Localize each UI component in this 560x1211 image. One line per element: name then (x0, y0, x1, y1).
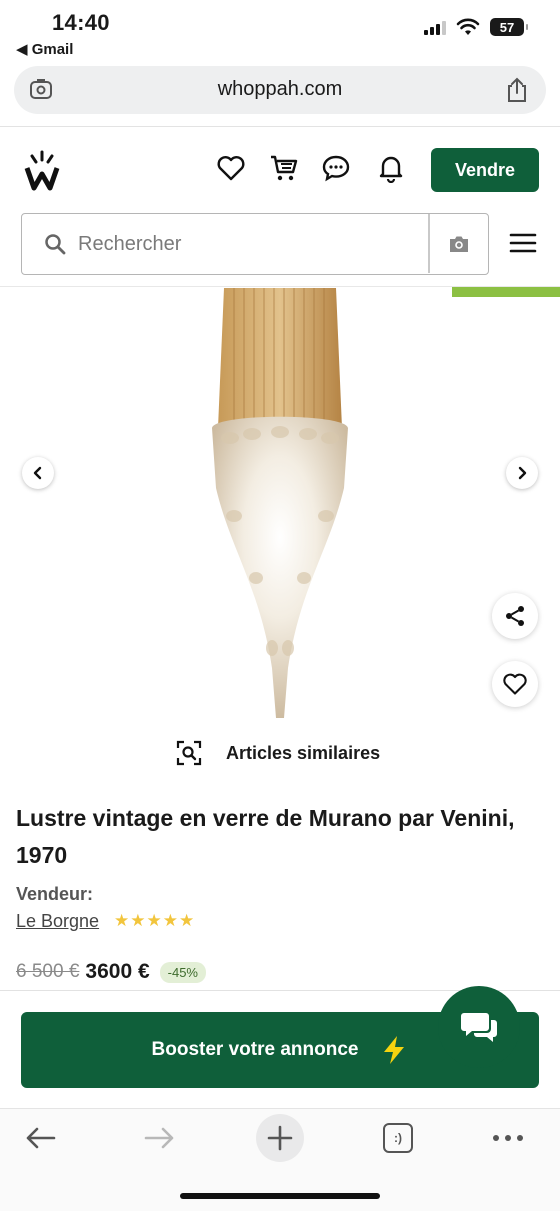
chevron-left-icon (33, 466, 42, 480)
product-image[interactable] (200, 288, 360, 728)
heart-icon (503, 673, 527, 695)
support-chat-button[interactable] (438, 986, 520, 1068)
product-title: Lustre vintage en verre de Murano par Ve… (16, 805, 515, 868)
tabs-button[interactable]: :) (380, 1120, 416, 1156)
discount-badge: -45% (159, 961, 206, 983)
browser-back-button[interactable] (22, 1120, 58, 1156)
address-bar[interactable]: whoppah.com (14, 66, 546, 114)
seller-rating-stars: ★★★★★ (114, 911, 196, 930)
url-text[interactable]: whoppah.com (14, 78, 546, 101)
new-tab-button[interactable] (256, 1114, 304, 1162)
carousel-next-button[interactable] (506, 457, 538, 489)
arrow-right-icon (144, 1127, 174, 1149)
cart-icon[interactable] (269, 153, 299, 183)
progress-accent (452, 287, 560, 297)
carousel-prev-button[interactable] (22, 457, 54, 489)
status-indicators: 57 (424, 18, 528, 36)
search-input[interactable]: Rechercher (78, 233, 181, 256)
share-icon[interactable] (504, 76, 530, 104)
search-divider (428, 214, 430, 273)
home-indicator (180, 1193, 380, 1199)
similar-items-link[interactable]: Articles similaires (176, 738, 380, 768)
seller-label: Vendeur: (16, 884, 94, 904)
more-options-button[interactable] (490, 1120, 526, 1156)
plus-icon (267, 1125, 293, 1151)
browser-forward-button[interactable] (142, 1120, 178, 1156)
cellular-signal-icon (424, 19, 446, 35)
battery-icon: 57 (490, 18, 528, 36)
boost-listing-label: Booster votre annonce (151, 1039, 359, 1060)
tabs-label: :) (394, 1131, 402, 1145)
camera-search-icon[interactable] (448, 233, 470, 255)
status-time: 14:40 (52, 10, 110, 35)
sell-button[interactable]: Vendre (431, 148, 539, 192)
visual-search-icon (176, 740, 202, 766)
divider (0, 126, 560, 127)
chat-bubbles-icon (461, 1013, 497, 1042)
favorite-product-button[interactable] (492, 661, 538, 707)
more-dots-icon (493, 1135, 523, 1141)
whoppah-logo[interactable] (22, 150, 62, 192)
seller-name-link[interactable]: Le Borgne (16, 911, 99, 932)
chevron-right-icon (518, 466, 527, 480)
search-icon (45, 234, 66, 255)
tabs-icon: :) (383, 1123, 413, 1153)
bell-icon[interactable] (376, 153, 406, 183)
original-price: 6 500 € (16, 961, 80, 982)
heart-icon[interactable] (216, 153, 246, 183)
back-to-gmail-link[interactable]: ◀ Gmail (16, 40, 73, 58)
price-row: 6 500 € 3600 € -45% (16, 960, 206, 984)
wifi-icon (456, 18, 480, 35)
lightning-icon (384, 1036, 405, 1064)
similar-items-label: Articles similaires (226, 742, 381, 763)
share-nodes-icon (506, 606, 524, 626)
share-product-button[interactable] (492, 593, 538, 639)
hamburger-menu-icon[interactable] (509, 232, 537, 254)
current-price: 3600 € (85, 960, 150, 983)
status-bar: 14:40 ◀ Gmail 57 (0, 0, 560, 62)
chat-icon[interactable] (321, 153, 351, 183)
arrow-left-icon (26, 1127, 56, 1149)
search-bar[interactable]: Rechercher (21, 213, 489, 275)
